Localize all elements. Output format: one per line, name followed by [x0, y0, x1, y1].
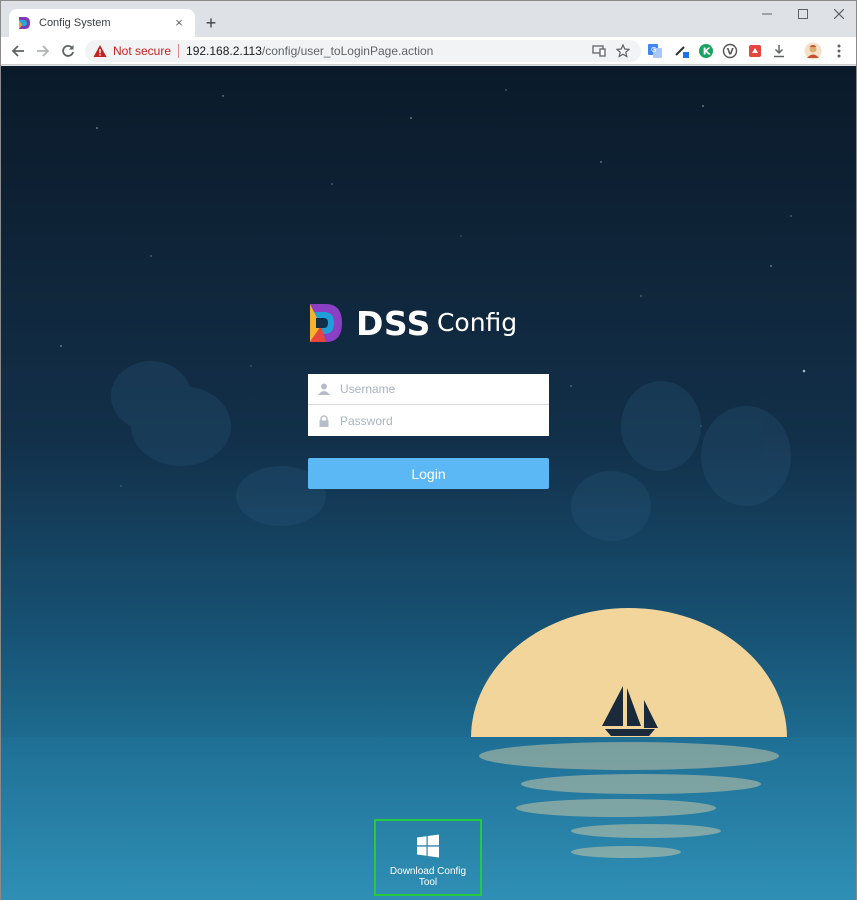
- dss-favicon-icon: [17, 16, 31, 30]
- maximize-icon[interactable]: [785, 3, 821, 25]
- browser-window: Config System × + Not secure 192.168.2.1…: [0, 0, 857, 900]
- address-bar[interactable]: Not secure 192.168.2.113/config/user_toL…: [85, 40, 641, 62]
- login-button[interactable]: Login: [308, 458, 549, 489]
- reload-icon[interactable]: [57, 40, 79, 62]
- close-window-icon[interactable]: [821, 3, 857, 25]
- username-input[interactable]: [340, 382, 540, 396]
- brand-primary: DSS: [356, 303, 431, 343]
- k-extension-icon[interactable]: K: [697, 42, 715, 60]
- profile-avatar-icon[interactable]: [804, 42, 822, 60]
- red-extension-icon[interactable]: [746, 42, 764, 60]
- back-icon[interactable]: [7, 40, 29, 62]
- minimize-icon[interactable]: [749, 3, 785, 25]
- username-row: [308, 374, 549, 405]
- omnibox-divider: [178, 44, 180, 58]
- password-input[interactable]: [340, 413, 540, 428]
- menu-kebab-icon[interactable]: [830, 42, 848, 60]
- lock-icon: [308, 405, 340, 436]
- download-config-tool-label: Download Config Tool: [389, 866, 467, 888]
- windows-icon: [417, 834, 439, 858]
- password-row: [308, 405, 549, 436]
- translate-extension-icon[interactable]: G: [646, 42, 664, 60]
- url-path: /config/user_toLoginPage.action: [261, 44, 434, 58]
- download-icon[interactable]: [770, 42, 788, 60]
- v-extension-icon[interactable]: V: [721, 42, 739, 60]
- browser-toolbar: Not secure 192.168.2.113/config/user_toL…: [1, 37, 856, 65]
- security-status[interactable]: Not secure: [113, 44, 171, 58]
- picker-extension-icon[interactable]: [673, 42, 691, 60]
- svg-text:K: K: [703, 47, 712, 58]
- tab-config-system[interactable]: Config System ×: [9, 9, 195, 37]
- user-icon: [308, 374, 340, 405]
- dss-config-logo: DSS Config: [308, 302, 517, 344]
- tab-close-icon[interactable]: ×: [171, 15, 187, 31]
- warning-icon: [93, 44, 107, 58]
- url-host: 192.168.2.113: [186, 44, 262, 58]
- bookmark-star-icon[interactable]: [615, 43, 631, 59]
- download-config-tool-button[interactable]: Download Config Tool: [374, 819, 482, 896]
- svg-text:V: V: [727, 48, 734, 58]
- brand-secondary: Config: [436, 307, 518, 337]
- svg-text:G: G: [651, 46, 656, 54]
- forward-icon[interactable]: [32, 40, 54, 62]
- login-form: [308, 374, 549, 436]
- cast-icon[interactable]: [591, 43, 607, 59]
- tab-title: Config System: [39, 17, 111, 29]
- login-page: DSS Config Login: [1, 66, 856, 900]
- tab-strip: Config System × +: [1, 1, 856, 37]
- dss-logo-icon: [310, 304, 342, 342]
- new-tab-button[interactable]: +: [201, 13, 221, 33]
